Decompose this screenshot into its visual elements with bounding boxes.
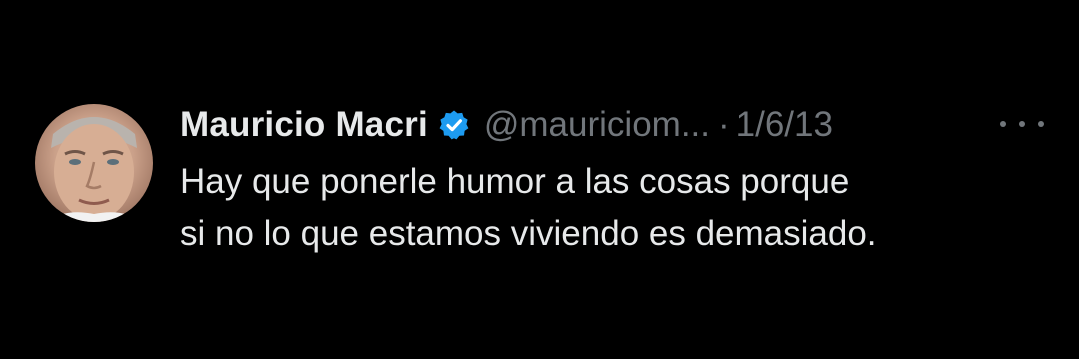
tweet-header: Mauricio Macri @mauriciom... · 1/6/13 (180, 102, 833, 148)
tweet-text-line: si no lo que estamos viviendo es demasia… (180, 214, 877, 253)
avatar-photo (45, 117, 143, 222)
tweet-text: Hay que ponerle humor a las cosas porque… (180, 156, 1060, 260)
tweet-text-line: Hay que ponerle humor a las cosas porque (180, 162, 850, 201)
author-name[interactable]: Mauricio Macri (180, 105, 428, 145)
dot (1038, 121, 1044, 127)
header-separator: · (718, 105, 730, 144)
author-avatar[interactable] (35, 104, 153, 222)
more-options-icon[interactable] (1000, 110, 1044, 138)
tweet-date[interactable]: 1/6/13 (736, 105, 833, 145)
dot (1000, 121, 1006, 127)
tweet-card[interactable]: Mauricio Macri @mauriciom... · 1/6/13 Ha… (0, 0, 1079, 359)
author-handle[interactable]: @mauriciom... (484, 105, 710, 145)
dot (1019, 121, 1025, 127)
verified-badge-icon (438, 109, 470, 141)
